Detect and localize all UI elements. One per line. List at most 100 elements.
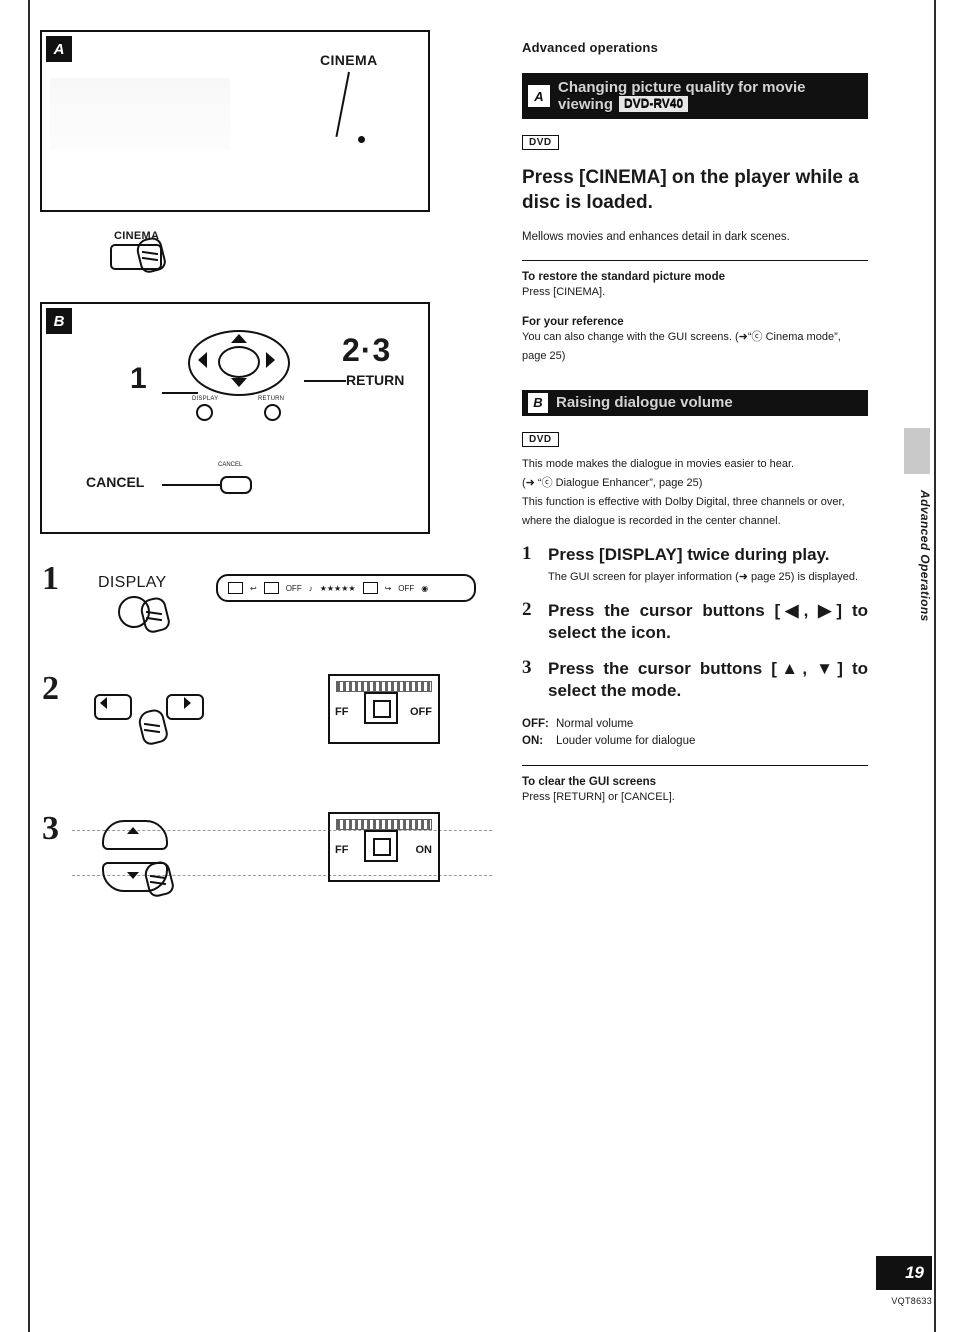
- panel-b-step23-label: 2·3: [342, 332, 392, 368]
- section-b-intro-3: This function is effective with Dolby Di…: [522, 495, 845, 508]
- section-b-badge: B: [528, 392, 548, 413]
- step-1-title: Press [DISPLAY] twice during play.: [548, 544, 830, 564]
- cinema-button-figure: CINEMA: [96, 230, 236, 275]
- document-code: VQT8633: [891, 1296, 932, 1306]
- cancel-button-icon: [220, 476, 252, 494]
- step-2-number: 2: [522, 598, 532, 620]
- panel-b-return-leader: [304, 380, 346, 382]
- page-title: Advanced operations: [522, 40, 658, 55]
- osd-preview-box-3: [364, 830, 398, 862]
- step-3-number: 3: [522, 656, 532, 678]
- osd-icon-5: ♪: [308, 583, 313, 593]
- section-a-badge: A: [528, 85, 550, 107]
- osd-icon-bar: ↩ OFF ♪ ★★★★★ ↪ OFF ◉: [216, 574, 476, 602]
- figure-step-2: 2 FF OFF: [36, 660, 456, 790]
- step-item-2: 2 Press the cursor buttons [◀, ▶] to sel…: [522, 598, 868, 644]
- figure-panel-b: B DISPLAY RETURN 2·3 RETURN 1 CANCEL CAN…: [40, 302, 430, 534]
- dpad-display-mini-label: DISPLAY: [192, 396, 219, 402]
- osd-icon-4-off: OFF: [285, 583, 302, 593]
- panel-b-step1-leader: [162, 392, 198, 394]
- osd-preview-left-label-3: FF: [335, 844, 349, 856]
- page-root: A CINEMA CINEMA B DISPLAY RETURN 2·3 RET…: [0, 0, 954, 1332]
- panel-a-callout-dot: [358, 136, 365, 143]
- figure-step-1-number: 1: [42, 560, 59, 597]
- step-1-number: 1: [522, 542, 532, 564]
- section-a-model-chip: DVD-RV40: [619, 96, 689, 112]
- section-b-media-chip: DVD: [522, 431, 559, 447]
- cinema-button-label: CINEMA: [114, 230, 160, 242]
- osd-icon-8: ↪: [384, 583, 392, 593]
- section-b-steps: 1 Press [DISPLAY] twice during play. The…: [522, 542, 868, 702]
- step-item-3: 3 Press the cursor buttons [▲, ▼] to sel…: [522, 656, 868, 702]
- step-2-title: Press the cursor buttons [◀, ▶] to selec…: [548, 600, 868, 642]
- section-a-reference-line-2: page 25): [522, 349, 566, 362]
- step-item-1: 1 Press [DISPLAY] twice during play. The…: [522, 542, 868, 586]
- osd-preview-inner-3: [373, 838, 391, 856]
- osd-icon-1: [228, 582, 243, 594]
- section-b-clear-head: To clear the GUI screens: [522, 775, 657, 788]
- figures-column: A CINEMA CINEMA B DISPLAY RETURN 2·3 RET…: [36, 30, 492, 950]
- panel-b-cancel-leader: [162, 484, 220, 486]
- section-a-reference-head: For your reference: [522, 315, 624, 328]
- figure-step-1: 1 DISPLAY ↩ OFF ♪ ★★★★★ ↪ OFF ◉: [36, 552, 476, 635]
- osd-icon-9-off: OFF: [398, 583, 415, 593]
- osd-icon-3: [263, 582, 279, 594]
- section-a-media-chip: DVD: [522, 135, 559, 150]
- osd-preview-strip-3: [336, 819, 432, 830]
- section-a-header: A Changing picture quality for movie vie…: [522, 73, 868, 119]
- figure-step-2-number: 2: [42, 670, 59, 707]
- section-a-reference-line-1: You can also change with the GUI screens…: [522, 330, 841, 343]
- side-tab-label: Advanced Operations: [918, 490, 932, 622]
- dpad-icon: [182, 326, 294, 400]
- hand-pointer-icon: [134, 235, 168, 275]
- panel-b-return-label: RETURN: [346, 372, 405, 388]
- osd-icon-2: ↩: [250, 583, 257, 593]
- section-a-divider: [522, 260, 868, 262]
- figure-step-1-label: DISPLAY: [98, 574, 167, 591]
- step-3-title: Press the cursor buttons [▲, ▼] to selec…: [548, 658, 868, 700]
- hand-pointer-icon-2: [138, 595, 172, 635]
- mode-definitions: OFF: Normal volume ON: Louder volume for d…: [522, 716, 868, 751]
- panel-b-badge: B: [46, 308, 72, 334]
- page-number: 19: [876, 1256, 932, 1290]
- section-a-title: Changing picture quality for movie viewi…: [558, 79, 862, 114]
- cursor-right-key-icon: [166, 694, 204, 720]
- hand-pointer-icon-3: [136, 707, 170, 747]
- osd-preview-strip-2: [336, 681, 432, 692]
- osd-preview-box-2: [364, 692, 398, 724]
- panel-a-badge: A: [46, 36, 72, 62]
- osd-preview-step-2: FF OFF: [328, 674, 440, 744]
- osd-preview-step-3: FF ON: [328, 812, 440, 882]
- section-a-heading: Press [CINEMA] on the player while a dis…: [522, 167, 859, 213]
- mode-off-key: OFF:: [522, 718, 549, 731]
- dpad-return-mini-label: RETURN: [258, 396, 285, 402]
- mode-row-off: OFF: Normal volume: [522, 716, 868, 733]
- osd-icon-7: [362, 582, 378, 594]
- panel-b-cancel-label: CANCEL: [86, 474, 145, 490]
- panel-a-shading: [50, 78, 230, 150]
- osd-icon-6: ★★★★★: [319, 583, 356, 593]
- section-b-divider: [522, 764, 868, 766]
- section-b-title: Raising dialogue volume: [556, 394, 733, 412]
- osd-preview-left-label-2: FF: [335, 706, 349, 718]
- section-b-intro-4: where the dialogue is recorded in the ce…: [522, 514, 781, 527]
- osd-preview-inner-2: [373, 700, 391, 718]
- figure-step-3-number: 3: [42, 810, 59, 847]
- cursor-up-key-icon: [102, 820, 168, 850]
- content-column: Advanced operations A Changing picture q…: [522, 40, 868, 808]
- section-a-restore-head: To restore the standard picture mode: [522, 271, 725, 284]
- display-button-icon: [196, 404, 213, 421]
- figure-step-3: 3 FF ON: [36, 800, 456, 950]
- cursor-left-key-icon: [94, 694, 132, 720]
- panel-b-step1-label: 1: [130, 362, 147, 395]
- osd-icon-10: ◉: [421, 583, 429, 593]
- figure-panel-a: A CINEMA: [40, 30, 430, 212]
- osd-preview-state-2: OFF: [410, 706, 432, 718]
- section-a-description: Mellows movies and enhances detail in da…: [522, 231, 790, 244]
- mode-on-key: ON:: [522, 735, 544, 748]
- return-button-icon: [264, 404, 281, 421]
- section-b-header: B Raising dialogue volume: [522, 389, 868, 416]
- left-margin-rule: [28, 0, 30, 1332]
- panel-a-callout-label: CINEMA: [320, 52, 378, 68]
- right-margin-rule: [934, 0, 936, 1332]
